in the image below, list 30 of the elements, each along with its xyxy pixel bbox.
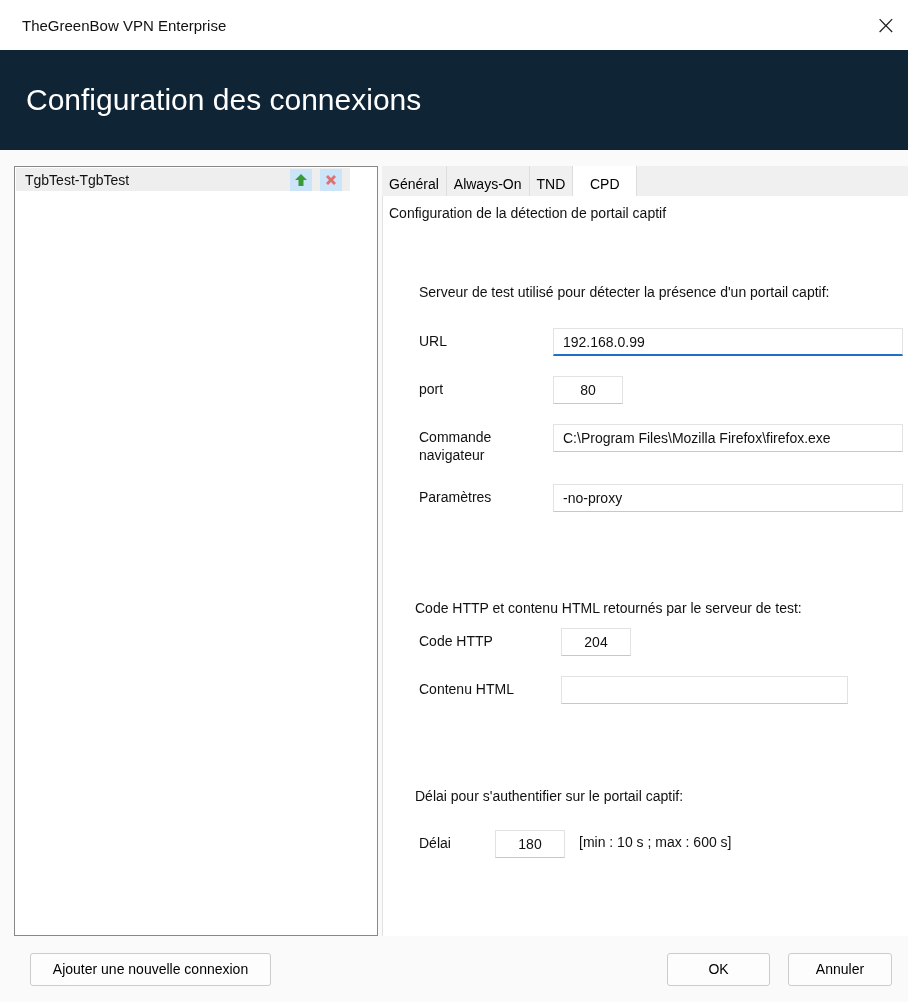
field-label: Paramètres <box>419 488 493 506</box>
delete-icon[interactable] <box>320 168 342 191</box>
tab[interactable]: CPD <box>573 166 638 196</box>
range-hint: [min : 10 s ; max : 600 s] <box>579 833 732 850</box>
add-connection-button[interactable]: Ajouter une nouvelle connexion <box>30 952 271 986</box>
field-label: Commande navigateur <box>419 428 493 464</box>
input-field[interactable]: -no-proxy <box>553 484 903 512</box>
field-label: port <box>419 380 445 398</box>
input-field[interactable]: C:\Program Files\Mozilla Firefox\firefox.exe <box>553 424 903 452</box>
header-title: Configuration des connexions <box>26 83 422 117</box>
panel-subtitle: Configuration de la détection de portail captif <box>389 205 667 221</box>
cancel-button[interactable]: Annuler <box>788 952 892 986</box>
section-heading: Délai pour s'authentifier sur le portail captif: <box>415 788 684 804</box>
input-field[interactable]: 80 <box>553 376 623 404</box>
window-title: TheGreenBow VPN Enterprise <box>22 16 227 34</box>
input-field[interactable]: 204 <box>561 628 631 656</box>
input-field[interactable] <box>561 676 848 704</box>
ok-button[interactable]: OK <box>667 952 770 986</box>
field-label: Contenu HTML <box>419 680 515 698</box>
input-field[interactable]: 180 <box>495 830 565 858</box>
section-heading: Serveur de test utilisé pour détecter la présence d'un portail captif: <box>419 284 830 300</box>
field-label: URL <box>419 332 448 350</box>
connection-item[interactable]: TgbTest-TgbTest <box>16 168 350 191</box>
section-heading: Code HTTP et contenu HTML retournés par le serveur de test: <box>415 600 802 616</box>
field-label: Code HTTP <box>419 632 494 650</box>
field-label: Délai <box>419 834 452 852</box>
connection-name: TgbTest-TgbTest <box>24 171 131 188</box>
move-up-icon[interactable] <box>290 168 312 191</box>
close-button[interactable]: × <box>864 5 908 45</box>
input-field[interactable]: 192.168.0.99 <box>553 328 903 356</box>
